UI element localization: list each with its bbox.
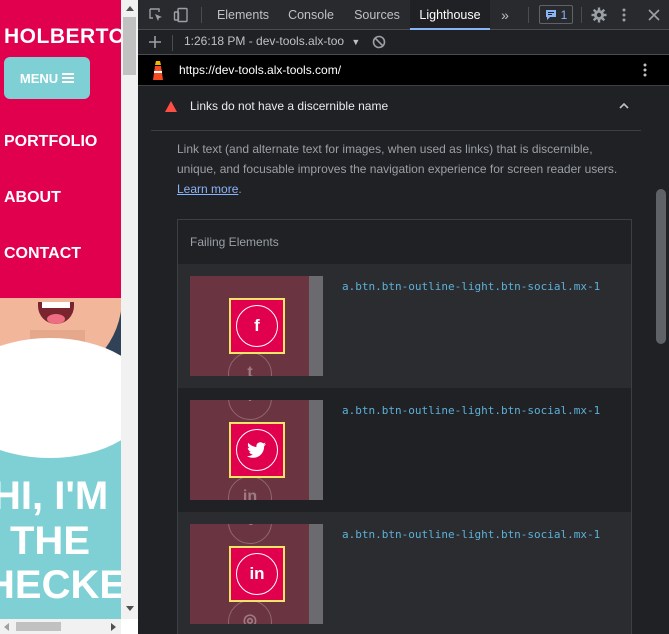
screenshot-edge <box>309 524 323 624</box>
audit-description: Link text (and alternate text for images… <box>177 139 635 199</box>
report-selector-label: 1:26:18 PM - dev-tools.alx-too <box>184 34 345 48</box>
twitter-icon <box>236 429 278 471</box>
lighthouse-url-bar: https://dev-tools.alx-tools.com/ <box>138 55 669 86</box>
device-toolbar-icon[interactable] <box>173 7 189 23</box>
tab-console[interactable]: Console <box>278 0 344 30</box>
hamburger-icon <box>62 73 75 83</box>
audit-divider <box>151 130 641 131</box>
toolbar-divider <box>581 7 582 23</box>
avatar-shirt <box>0 338 121 458</box>
element-selector[interactable]: a.btn.btn-outline-light.btn-social.mx-1 <box>342 528 600 541</box>
lighthouse-report: Links do not have a discernible name Lin… <box>138 87 653 634</box>
toolbar-divider <box>172 35 173 51</box>
menu-label: MENU <box>19 70 59 86</box>
close-devtools-icon[interactable] <box>648 9 660 21</box>
settings-gear-icon[interactable] <box>591 7 607 23</box>
scroll-up-icon[interactable] <box>126 6 134 11</box>
audit-title: Links do not have a discernible name <box>190 99 389 113</box>
fail-triangle-icon <box>165 101 177 112</box>
report-scroll-thumb[interactable] <box>656 189 666 344</box>
menu-button[interactable]: MENU <box>4 57 90 99</box>
customize-menu-icon[interactable] <box>621 7 627 23</box>
page-hscroll-thumb[interactable] <box>16 622 61 631</box>
lighthouse-logo-icon <box>153 61 163 80</box>
failing-elements-table: Failing Elements t f a.btn.btn-outline-l… <box>177 219 632 634</box>
dribbble-ghost-icon: ◎ <box>228 600 272 624</box>
hero-heading-line-3: HECKE <box>0 563 121 607</box>
element-screenshot: t f <box>190 276 323 376</box>
screenshot-edge <box>309 276 323 376</box>
tab-lighthouse[interactable]: Lighthouse <box>410 0 490 30</box>
hero-heading-line-1: HI, I'M <box>0 474 109 518</box>
table-row[interactable]: t f a.btn.btn-outline-light.btn-social.m… <box>178 264 631 388</box>
toolbar-divider <box>201 7 202 23</box>
scroll-left-icon[interactable] <box>4 623 9 631</box>
devtools-tabbar: Elements Console Sources Lighthouse » 1 <box>138 0 669 30</box>
report-scrollbar[interactable] <box>653 87 669 634</box>
page-horizontal-scrollbar[interactable] <box>0 619 121 634</box>
site-brand[interactable]: HOLBERTO <box>4 25 121 49</box>
failing-elements-header: Failing Elements <box>190 235 279 249</box>
audit-header[interactable]: Links do not have a discernible name <box>138 87 653 130</box>
issues-icon <box>545 9 556 20</box>
lighthouse-toolbar: 1:26:18 PM - dev-tools.alx-too ▼ <box>138 30 669 55</box>
site-nav: HOLBERTO MENU PORTFOLIO ABOUT CONTACT <box>0 0 121 298</box>
nav-link-about[interactable]: ABOUT <box>4 189 61 207</box>
report-menu-icon[interactable] <box>643 63 647 77</box>
twitter-bird-icon <box>247 442 266 458</box>
screenshot-edge <box>309 400 323 500</box>
facebook-ghost-icon: f <box>228 400 272 420</box>
element-selector[interactable]: a.btn.btn-outline-light.btn-social.mx-1 <box>342 404 600 417</box>
issues-badge[interactable]: 1 <box>539 5 573 24</box>
more-tabs-icon[interactable]: » <box>494 0 516 30</box>
linkedin-icon: in <box>236 553 278 595</box>
chevron-down-icon: ▼ <box>351 37 361 47</box>
twitter-ghost-icon: t <box>228 524 272 544</box>
tab-sources[interactable]: Sources <box>346 0 408 30</box>
devtools-panel: Elements Console Sources Lighthouse » 1 <box>138 0 669 634</box>
nav-link-contact[interactable]: CONTACT <box>4 245 81 263</box>
audit-description-text: Link text (and alternate text for images… <box>177 142 618 176</box>
issues-count: 1 <box>560 7 568 22</box>
table-row[interactable]: t ◎ in a.btn.btn-outline-light.btn-socia… <box>178 512 631 634</box>
audited-url: https://dev-tools.alx-tools.com/ <box>179 63 342 77</box>
hero-heading-line-2: THE <box>10 519 90 563</box>
report-selector[interactable]: 1:26:18 PM - dev-tools.alx-too ▼ <box>184 34 360 48</box>
element-screenshot: f in <box>190 400 323 500</box>
linkedin-ghost-icon: in <box>228 476 272 500</box>
facebook-icon: f <box>236 305 278 347</box>
nav-link-portfolio[interactable]: PORTFOLIO <box>4 133 97 151</box>
description-period: . <box>238 182 242 196</box>
highlight-box <box>229 422 285 478</box>
inspect-element-icon[interactable] <box>148 7 164 23</box>
new-report-plus-icon[interactable] <box>149 36 161 48</box>
tab-elements[interactable]: Elements <box>210 0 276 30</box>
highlight-box: f <box>229 298 285 354</box>
page-viewport: HOLBERTO MENU PORTFOLIO ABOUT CONTACT HI… <box>0 0 138 634</box>
clear-reports-icon[interactable] <box>372 35 386 49</box>
chevron-up-icon[interactable] <box>619 102 629 109</box>
portfolio-site: HOLBERTO MENU PORTFOLIO ABOUT CONTACT HI… <box>0 0 121 619</box>
toolbar-divider <box>528 7 529 23</box>
element-screenshot: t ◎ in <box>190 524 323 624</box>
highlight-box: in <box>229 546 285 602</box>
page-vertical-scrollbar[interactable] <box>121 0 138 619</box>
twitter-ghost-icon: t <box>228 352 272 376</box>
learn-more-link[interactable]: Learn more <box>177 182 238 196</box>
element-selector[interactable]: a.btn.btn-outline-light.btn-social.mx-1 <box>342 280 600 293</box>
scroll-down-icon[interactable] <box>126 606 134 611</box>
table-row[interactable]: f in a.btn.btn-outline-light.btn-social.… <box>178 388 631 512</box>
page-vscroll-thumb[interactable] <box>123 17 136 75</box>
scroll-right-icon[interactable] <box>111 623 116 631</box>
